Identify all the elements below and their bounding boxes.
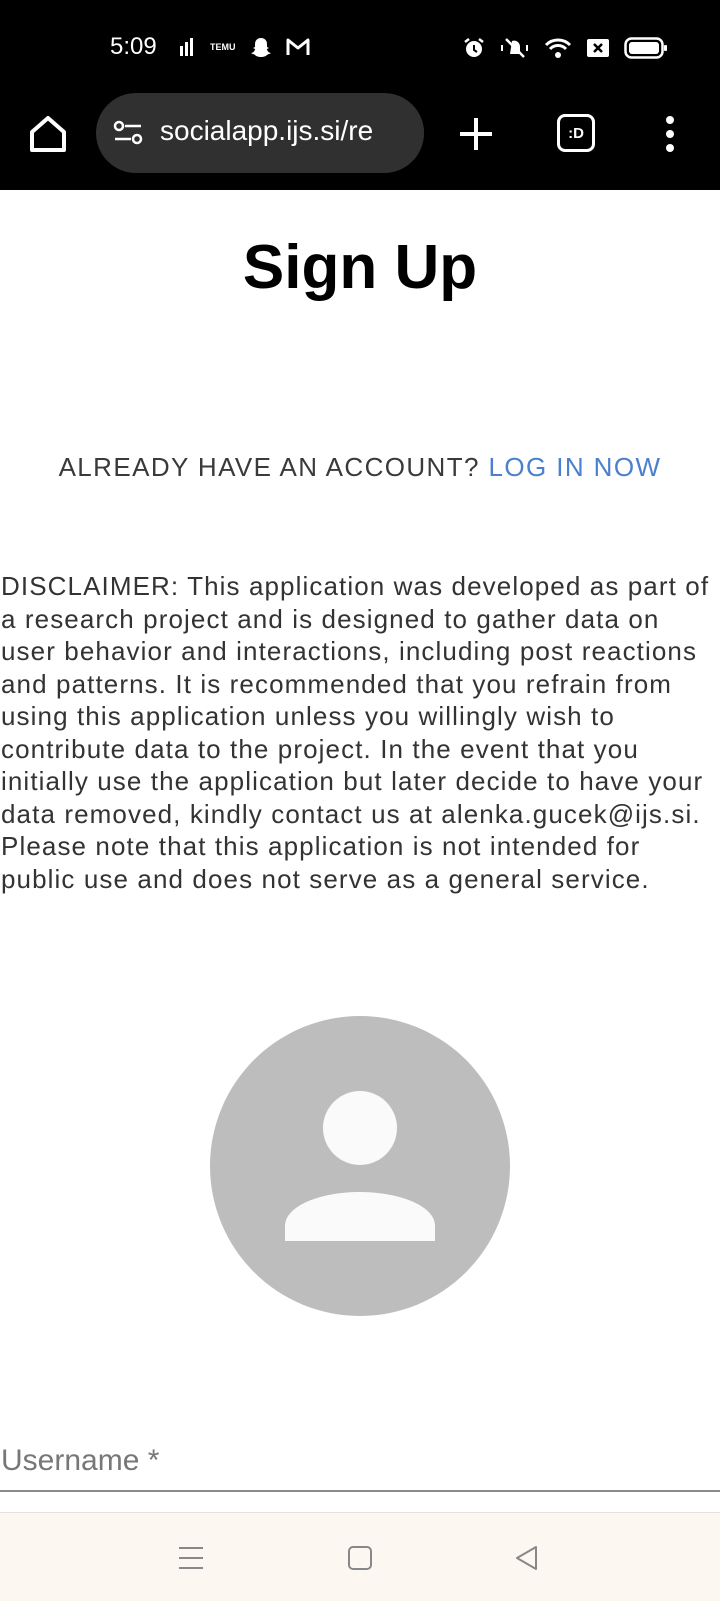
back-button[interactable] [512, 1543, 542, 1573]
wifi-icon [544, 37, 572, 59]
temu-icon: TEMU [210, 41, 236, 52]
username-field[interactable]: Username * [1, 1444, 159, 1478]
login-prompt-text: ALREADY HAVE AN ACCOUNT? [58, 452, 480, 482]
avatar-upload[interactable] [210, 1016, 510, 1316]
snapchat-icon [250, 36, 272, 58]
new-tab-button[interactable] [456, 114, 496, 154]
login-link[interactable]: LOG IN NOW [489, 452, 662, 482]
no-sim-icon [586, 38, 610, 58]
home-button[interactable] [26, 112, 70, 156]
battery-icon [624, 36, 668, 60]
status-time: 5:09 [110, 33, 157, 60]
browser-toolbar: socialapp.ijs.si/re :D [0, 90, 720, 190]
username-underline [0, 1490, 720, 1492]
back-triangle-icon [516, 1546, 537, 1570]
system-nav-bar [0, 1512, 720, 1601]
signal-sim-icon [178, 36, 196, 58]
browser-menu-button[interactable] [660, 114, 680, 154]
login-prompt: ALREADY HAVE AN ACCOUNT? LOG IN NOW [0, 452, 720, 483]
notification-icons: TEMU [178, 36, 310, 58]
plus-icon [460, 118, 492, 150]
menu-icon [179, 1547, 203, 1569]
home-icon [30, 116, 66, 152]
square-icon [348, 1546, 372, 1570]
person-icon [285, 1091, 435, 1241]
disclaimer-text: DISCLAIMER: This application was develop… [1, 571, 710, 894]
status-bar: 5:09 TEMU [0, 0, 720, 90]
site-settings-icon[interactable] [112, 117, 144, 149]
url-text[interactable]: socialapp.ijs.si/re [160, 115, 373, 147]
alarm-icon [462, 36, 486, 60]
url-fade [384, 93, 424, 173]
recents-button[interactable] [176, 1543, 206, 1573]
system-icons [462, 36, 668, 60]
gmail-icon [286, 37, 310, 57]
mute-vibrate-icon [500, 36, 530, 60]
page-title: Sign Up [242, 233, 478, 302]
tab-switcher-button[interactable]: :D [557, 114, 595, 152]
more-vert-icon [666, 116, 674, 152]
home-nav-button[interactable] [345, 1543, 375, 1573]
address-bar[interactable]: socialapp.ijs.si/re [96, 93, 424, 173]
